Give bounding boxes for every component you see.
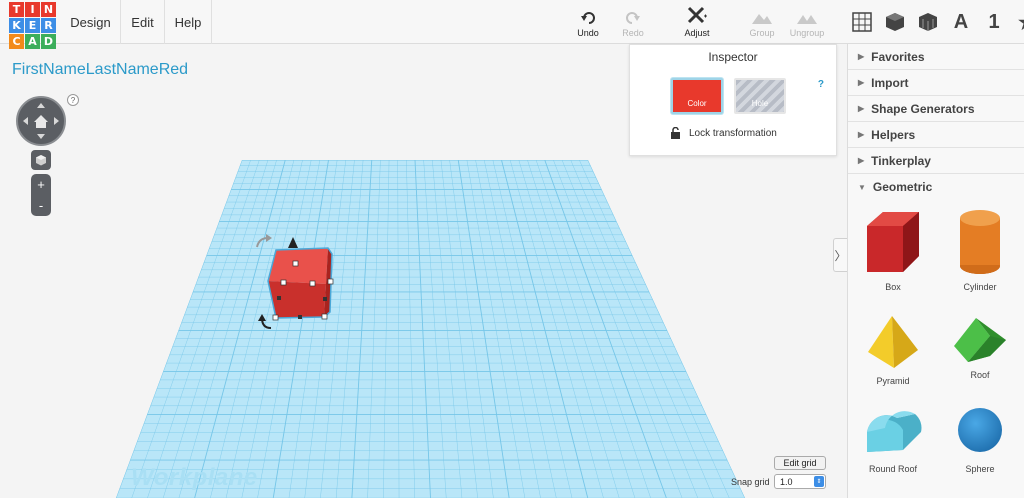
chevron-right-icon: 〉 (834, 248, 847, 263)
shapes-panel: ▶ Favorites ▶ Import ▶ Shape Generators ▶ He… (847, 44, 1024, 498)
group-icon (752, 14, 772, 24)
home-icon (34, 115, 48, 128)
ungroup-icon (797, 15, 817, 24)
section-shape-generators[interactable]: ▶ Shape Generators (848, 96, 1024, 122)
round-roof-shape-icon (867, 411, 922, 452)
section-import[interactable]: ▶ Import (848, 70, 1024, 96)
zoom-out-button[interactable]: - (31, 195, 51, 216)
caret-right-icon: ▶ (858, 78, 865, 87)
redo-label: Redo (622, 28, 644, 38)
tinkercad-logo[interactable]: TIN KER CAD (9, 2, 57, 50)
star-icon[interactable]: ★ (1013, 8, 1024, 36)
fit-view-button[interactable] (31, 150, 51, 170)
snap-grid-value: 1.0 (780, 476, 793, 487)
cube-icon (36, 155, 46, 166)
group-label: Group (749, 28, 775, 38)
shape-roof[interactable]: Roof (935, 314, 1024, 380)
adjust-label: Adjust (684, 28, 710, 38)
caret-right-icon: ▶ (858, 130, 865, 139)
sphere-shape-icon (958, 408, 1002, 452)
orbit-left-icon (23, 117, 28, 125)
inspector-title: Inspector (708, 50, 758, 64)
shape-box[interactable]: Box (848, 208, 938, 292)
orbit-down-icon (37, 134, 45, 139)
ungroup-button[interactable]: Ungroup (784, 6, 830, 38)
view-tools: A 1 ★ (848, 0, 1024, 44)
cylinder-shape-icon (960, 210, 1000, 274)
text-tool[interactable]: A (947, 8, 975, 36)
shape-sphere[interactable]: Sphere (935, 404, 1024, 474)
caret-right-icon: ▶ (858, 156, 865, 165)
shape-label: Box (885, 282, 901, 292)
number-tool[interactable]: 1 (980, 8, 1008, 36)
menu-design[interactable]: Design (61, 0, 121, 44)
logo-letter: E (25, 18, 40, 33)
zoom-in-button[interactable]: + (31, 174, 51, 195)
hole-label: Hole (751, 99, 769, 108)
undo-label: Undo (577, 28, 599, 38)
logo-letter: K (9, 18, 24, 33)
caret-down-icon: ▼ (858, 182, 866, 192)
redo-icon (626, 12, 640, 24)
shape-label: Sphere (965, 464, 995, 474)
redo-button[interactable]: Redo (610, 6, 656, 38)
shape-pyramid[interactable]: Pyramid (848, 314, 938, 386)
logo-letter: N (41, 2, 56, 17)
adjust-icon (687, 6, 707, 24)
shape-label: Roof (970, 370, 990, 380)
snap-grid-select[interactable]: 1.0 ⇕ (774, 474, 826, 489)
pyramid-shape-icon (868, 316, 918, 368)
logo-letter: I (25, 2, 40, 17)
design-title[interactable]: FirstNameLastNameRed (12, 61, 188, 79)
caret-right-icon: ▶ (858, 52, 865, 61)
shape-round-roof[interactable]: Round Roof (848, 406, 938, 474)
adjust-button[interactable]: Adjust (674, 6, 720, 38)
caret-right-icon: ▶ (858, 104, 865, 113)
roof-shape-icon (954, 318, 1006, 362)
shape-cylinder[interactable]: Cylinder (935, 208, 1024, 292)
box-view-icon[interactable] (881, 8, 909, 36)
logo-letter: C (9, 34, 24, 49)
logo-letter: A (25, 34, 40, 49)
lock-label: Lock transformation (689, 127, 777, 139)
logo-letter: D (41, 34, 56, 49)
workplane-label: Workplane (131, 464, 258, 491)
section-favorites[interactable]: ▶ Favorites (848, 44, 1024, 70)
hole-swatch[interactable]: Hole (734, 78, 786, 114)
undo-icon (581, 12, 595, 24)
section-geometric[interactable]: ▼ Geometric (848, 174, 1024, 200)
top-toolbar: TINKERCAD Design Edit Help Undo Redo Adj… (0, 0, 1024, 49)
section-tinkerplay[interactable]: ▶ Tinkerplay (848, 148, 1024, 174)
stepper-icon: ⇕ (814, 476, 824, 487)
panel-collapse-toggle[interactable]: 〉 (833, 238, 847, 272)
shape-label: Pyramid (876, 376, 910, 386)
color-label: Color (687, 99, 707, 108)
inspector-help-icon[interactable]: ? (818, 79, 824, 90)
undo-button[interactable]: Undo (565, 6, 611, 38)
section-helpers[interactable]: ▶ Helpers (848, 122, 1024, 148)
view-help-icon[interactable]: ? (67, 94, 79, 106)
lock-icon (671, 127, 680, 139)
brick-icon[interactable] (914, 8, 942, 36)
color-swatch[interactable]: Color (671, 78, 723, 114)
group-button[interactable]: Group (739, 6, 785, 38)
inspector-panel: Inspector Color Hole ? Lock transformati… (629, 44, 837, 156)
zoom-controls: + - (31, 174, 51, 216)
box-shape-icon (867, 212, 919, 272)
menu-edit[interactable]: Edit (121, 0, 165, 44)
lock-transformation[interactable]: Lock transformation (670, 127, 777, 139)
logo-letter: R (41, 18, 56, 33)
ungroup-label: Ungroup (789, 28, 825, 38)
orbit-right-icon (54, 117, 59, 125)
edit-grid-button[interactable]: Edit grid (774, 456, 826, 470)
logo-letter: T (9, 2, 24, 17)
orbit-control[interactable] (16, 96, 66, 146)
grid-view-icon[interactable] (848, 8, 876, 36)
shape-label: Cylinder (963, 282, 997, 292)
shape-label: Round Roof (868, 464, 918, 474)
snap-grid-label: Snap grid (731, 477, 770, 487)
menu-help[interactable]: Help (165, 0, 212, 44)
orbit-up-icon (37, 103, 45, 108)
